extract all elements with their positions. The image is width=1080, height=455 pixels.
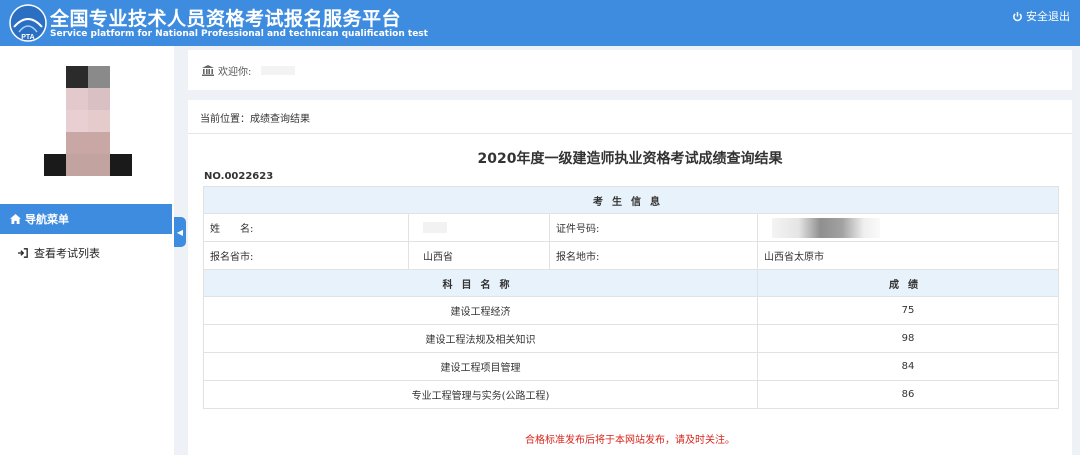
sidebar-item-label: 查看考试列表 xyxy=(34,247,100,260)
table-row: 建设工程法规及相关知识 98 xyxy=(203,324,1059,353)
sidebar-item-exam-list[interactable]: 查看考试列表 xyxy=(0,240,172,266)
page-title: 2020年度一级建造师执业资格考试成绩查询结果 xyxy=(477,151,783,167)
name-value xyxy=(408,213,550,242)
subject-cell: 专业工程管理与实务(公路工程) xyxy=(203,380,758,409)
id-value xyxy=(757,213,1059,242)
platform-subtitle: Service platform for National Profession… xyxy=(50,29,428,39)
id-label: 证件号码: xyxy=(549,213,758,242)
score-column-header: 成绩 xyxy=(757,269,1059,297)
province-label: 报名省市: xyxy=(203,241,409,270)
power-icon xyxy=(1013,11,1022,21)
bank-icon xyxy=(202,64,214,76)
sign-in-icon xyxy=(18,248,28,258)
subject-cell: 建设工程法规及相关知识 xyxy=(203,324,758,353)
table-row: 建设工程项目管理 84 xyxy=(203,352,1059,381)
city-value: 山西省太原市 xyxy=(757,241,1059,270)
svg-text:PTA: PTA xyxy=(21,34,34,41)
subject-cell: 建设工程经济 xyxy=(203,296,758,325)
table-row: 报名省市: 山西省 报名地市: 山西省太原市 xyxy=(203,241,1059,270)
nav-menu-label: 导航菜单 xyxy=(25,213,69,226)
logout-label: 安全退出 xyxy=(1026,10,1070,23)
sidebar: 导航菜单 查看考试列表 xyxy=(0,46,174,455)
candidate-info-header: 考生信息 xyxy=(203,186,1059,214)
province-value: 山西省 xyxy=(408,241,550,270)
chevron-left-icon: ◀ xyxy=(176,227,184,237)
notice-text: 合格标准发布后将于本网站发布，请及时关注。 xyxy=(525,435,735,446)
subject-column-header: 科目名称 xyxy=(203,269,758,297)
table-row: 姓 名: 证件号码: xyxy=(203,213,1059,242)
divider xyxy=(188,133,1072,134)
score-cell: 84 xyxy=(757,352,1059,381)
home-icon xyxy=(10,214,21,224)
score-cell: 75 xyxy=(757,296,1059,325)
user-avatar xyxy=(44,66,132,176)
city-label: 报名地市: xyxy=(549,241,758,270)
pta-logo-icon: PTA xyxy=(9,4,47,42)
redacted-id xyxy=(772,217,880,238)
top-header: PTA 全国专业技术人员资格考试报名服务平台 Service platform … xyxy=(0,0,1080,46)
platform-title: 全国专业技术人员资格考试报名服务平台 xyxy=(50,8,402,30)
score-cell: 86 xyxy=(757,380,1059,409)
score-table: 考生信息 姓 名: 证件号码: 报名省市: 山西省 报名地市: 山西省太原市 科… xyxy=(203,186,1059,409)
nav-menu-header[interactable]: 导航菜单 xyxy=(0,204,172,234)
redacted-username xyxy=(261,65,296,75)
logout-button[interactable]: 安全退出 xyxy=(1012,8,1070,24)
sidebar-collapse-toggle[interactable]: ◀ xyxy=(174,217,186,247)
welcome-bar: 欢迎你: xyxy=(188,50,1072,90)
table-row: 专业工程管理与实务(公路工程) 86 xyxy=(203,380,1059,409)
welcome-label: 欢迎你: xyxy=(218,66,252,78)
subject-cell: 建设工程项目管理 xyxy=(203,352,758,381)
breadcrumb: 当前位置：成绩查询结果 xyxy=(200,114,310,125)
name-label: 姓 名: xyxy=(203,213,409,242)
scores-header-row: 科目名称 成绩 xyxy=(203,269,1059,297)
candidate-info-header-row: 考生信息 xyxy=(203,186,1059,214)
result-panel: 当前位置：成绩查询结果 2020年度一级建造师执业资格考试成绩查询结果 NO.0… xyxy=(188,100,1072,455)
redacted-name xyxy=(423,221,447,233)
certificate-number: NO.0022623 xyxy=(204,171,274,182)
score-cell: 98 xyxy=(757,324,1059,353)
table-row: 建设工程经济 75 xyxy=(203,296,1059,325)
